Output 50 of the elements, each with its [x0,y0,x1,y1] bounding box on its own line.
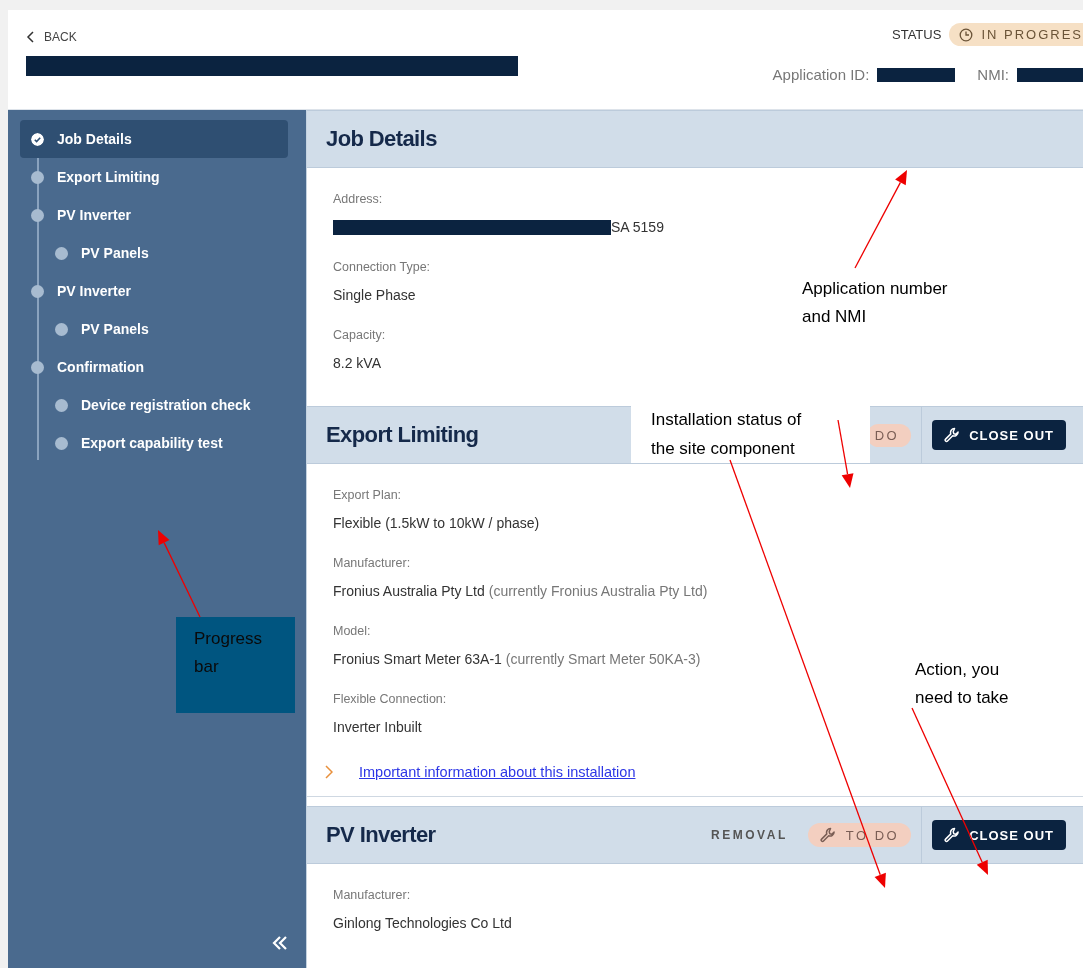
field-label: Manufacturer: [333,888,411,902]
field-label: Capacity: [333,328,386,342]
change-type-label: REMOVAL [711,828,788,842]
back-button[interactable]: BACK [26,30,518,44]
collapse-icon[interactable] [272,936,288,950]
field-label: Model: [333,624,371,638]
info-link[interactable]: Important information about this installation [359,764,636,780]
wrench-icon [819,827,836,843]
status-badge: TO DO [807,823,912,847]
sidebar-item[interactable]: Job Details [20,120,288,158]
sidebar-item[interactable]: PV Panels [20,310,288,348]
sidebar-item[interactable]: Export capability test [20,424,288,462]
redaction-bar [1017,67,1083,82]
close-out-button[interactable]: CLOSE OUT [932,820,1066,850]
wrench-icon [944,827,961,843]
status-badge: IN PROGRES [949,23,1083,46]
clock-icon [959,27,974,42]
wrench-icon [944,427,961,443]
field-label: Address: [333,192,383,206]
annotation-label: Progress bar [176,617,295,713]
status-label: STATUS [892,27,942,42]
close-out-button[interactable]: CLOSE OUT [932,420,1066,450]
section-title: PV Inverter [326,822,437,848]
section-title: Job Details [326,126,438,152]
sidebar-item[interactable]: Export Limiting [20,158,288,196]
sidebar-item[interactable]: PV Inverter [20,196,288,234]
field-label: Export Plan: [333,488,402,502]
sidebar-item[interactable]: Device registration check [20,386,288,424]
annotation-label: Application number and NMI [802,278,949,327]
sidebar-item[interactable]: PV Panels [20,234,288,272]
field-value: Single Phase [333,287,416,303]
field-value: Inverter Inbuilt [333,719,422,735]
field-note: (currently Smart Meter 50KA-3) [505,651,701,667]
application-id-label: Application ID: [772,66,870,83]
sidebar-item[interactable]: Confirmation [20,348,288,386]
field-label: Connection Type: [333,260,431,274]
field-value: Ginlong Technologies Co Ltd [333,915,512,931]
field-value: Fronius Smart Meter 63A-1 [333,651,502,667]
field-note: (currently Fronius Australia Pty Ltd) [488,583,708,599]
field-value: Flexible (1.5kW to 10kW / phase) [333,515,540,531]
field-label: Flexible Connection: [333,692,447,706]
annotation-label: Installation status of the site component [631,405,870,463]
annotation-label: Action, you need to take [915,659,1010,708]
nmi-label: NMI: [977,66,1009,83]
sidebar-item[interactable]: PV Inverter [20,272,288,310]
back-chevron-icon [26,31,34,43]
field-value: 8.2 kVA [333,355,381,371]
field-value: SA 5159 [611,219,664,235]
field-label: Manufacturer: [333,556,411,570]
field-value: Fronius Australia Pty Ltd [333,583,485,599]
